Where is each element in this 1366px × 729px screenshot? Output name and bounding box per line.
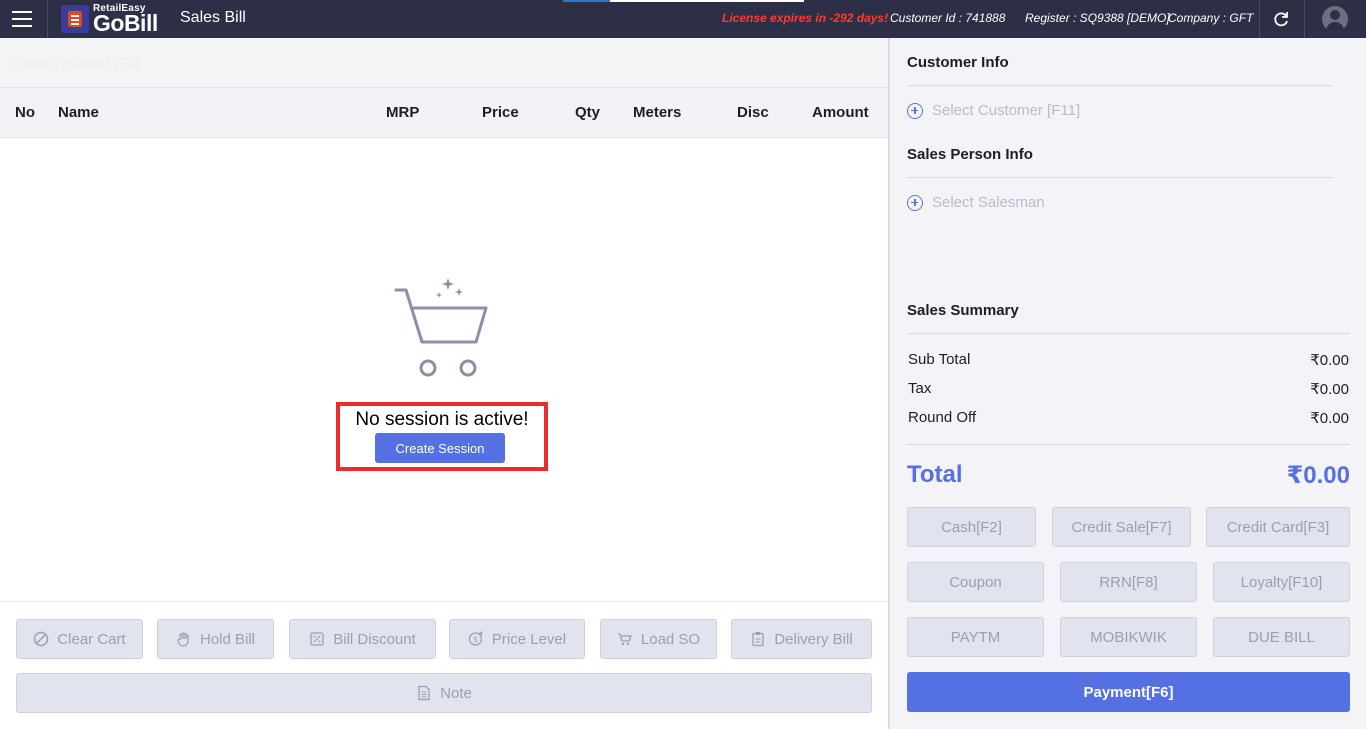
- license-warning: License expires in -292 days!: [722, 11, 889, 25]
- bill-discount-button[interactable]: Bill Discount: [289, 619, 436, 659]
- register-info: Register : SQ9388 [DEMO]: [1025, 11, 1170, 25]
- customer-info-title: Customer Info: [907, 54, 1009, 71]
- plus-circle-icon: [907, 102, 923, 119]
- percent-tag-icon: [310, 632, 324, 646]
- document-icon: [418, 685, 430, 701]
- clipboard-icon: [752, 632, 764, 647]
- checkout-pane: Customer Info Select Customer [F11] Sale…: [890, 38, 1366, 729]
- rrn-button[interactable]: RRN[F8]: [1060, 562, 1197, 602]
- svg-text:$: $: [473, 635, 478, 644]
- column-header-amount: Amount: [812, 104, 869, 121]
- credit-card-button[interactable]: Credit Card[F3]: [1206, 507, 1350, 547]
- no-session-highlight: No session is active! Create Session: [336, 402, 548, 471]
- column-header-meters: Meters: [633, 104, 682, 121]
- select-customer[interactable]: Select Customer [F11]: [907, 102, 1080, 119]
- cash-button[interactable]: Cash[F2]: [907, 507, 1036, 547]
- summary-row-subtotal: Sub Total ₹0.00: [908, 351, 1349, 369]
- clear-cart-button[interactable]: Clear Cart: [16, 619, 143, 659]
- column-header-disc: Disc: [737, 104, 769, 121]
- create-session-button[interactable]: Create Session: [375, 433, 505, 463]
- summary-value: ₹0.00: [1310, 410, 1349, 427]
- page-title: Sales Bill: [180, 9, 246, 26]
- coupon-button[interactable]: Coupon: [907, 562, 1044, 602]
- summary-value: ₹0.00: [1310, 381, 1349, 398]
- topbar-divider: [47, 0, 48, 38]
- cart-actions: Clear Cart Hold Bill Bill Discount $ Pri…: [0, 601, 888, 729]
- bill-discount-label: Bill Discount: [333, 630, 416, 648]
- summary-label: Sub Total: [908, 351, 971, 368]
- column-header-price: Price: [482, 104, 519, 121]
- summary-row-tax: Tax ₹0.00: [908, 380, 1349, 398]
- summary-value: ₹0.00: [1310, 352, 1349, 369]
- empty-cart-icon: [394, 278, 488, 377]
- plus-circle-icon: [907, 194, 923, 211]
- select-salesman[interactable]: Select Salesman: [907, 194, 1045, 211]
- column-header-no: No: [15, 104, 35, 121]
- logo-brand-big: GoBill: [93, 10, 158, 36]
- no-session-message: No session is active!: [355, 409, 529, 430]
- column-header-mrp: MRP: [386, 104, 420, 121]
- delivery-bill-label: Delivery Bill: [774, 630, 853, 648]
- mobikwik-button[interactable]: MOBIKWIK: [1060, 617, 1197, 657]
- select-customer-label: Select Customer [F11]: [932, 102, 1081, 119]
- hold-bill-label: Hold Bill: [199, 630, 256, 648]
- ban-icon: [34, 631, 49, 647]
- note-button[interactable]: Note: [16, 673, 872, 713]
- total-value: ₹0.00: [1286, 462, 1350, 489]
- hold-bill-button[interactable]: Hold Bill: [157, 619, 274, 659]
- topbar-divider: [1259, 0, 1260, 38]
- empty-cart-state: No session is active! Create Session: [0, 138, 888, 601]
- due-bill-button[interactable]: DUE BILL: [1213, 617, 1350, 657]
- divider: [907, 85, 1333, 86]
- paytm-button[interactable]: PAYTM: [907, 617, 1044, 657]
- summary-label: Tax: [908, 380, 932, 397]
- divider: [907, 333, 1350, 334]
- load-so-label: Load SO: [640, 630, 701, 648]
- summary-label: Round Off: [908, 409, 977, 426]
- price-level-button[interactable]: $ Price Level: [449, 619, 585, 659]
- product-search-input[interactable]: [14, 51, 514, 75]
- loading-indicator: [563, 0, 804, 2]
- total-row: Total ₹0.00: [907, 461, 1350, 489]
- sales-person-info-title: Sales Person Info: [907, 146, 1033, 163]
- cart-pane: No Name MRP Price Qty Meters Disc Amount…: [0, 38, 888, 729]
- user-avatar-icon[interactable]: [1322, 6, 1348, 32]
- price-up-icon: $: [468, 631, 483, 646]
- customer-id: Customer Id : 741888: [890, 11, 1006, 25]
- select-salesman-label: Select Salesman: [932, 194, 1045, 211]
- loyalty-button[interactable]: Loyalty[F10]: [1213, 562, 1350, 602]
- payment-button[interactable]: Payment[F6]: [907, 672, 1350, 712]
- refresh-icon[interactable]: [1271, 9, 1291, 29]
- summary-row-roundoff: Round Off ₹0.00: [908, 409, 1349, 427]
- cart-load-icon: [617, 633, 632, 646]
- clear-cart-label: Clear Cart: [57, 630, 126, 648]
- load-so-button[interactable]: Load SO: [600, 619, 717, 659]
- credit-sale-button[interactable]: Credit Sale[F7]: [1052, 507, 1191, 547]
- column-header-qty: Qty: [575, 104, 601, 121]
- hand-icon: [177, 632, 189, 647]
- price-level-label: Price Level: [491, 630, 567, 648]
- delivery-bill-button[interactable]: Delivery Bill: [731, 619, 872, 659]
- logo-receipt-icon: [61, 5, 89, 33]
- menu-icon[interactable]: [12, 11, 32, 27]
- sales-summary-title: Sales Summary: [907, 302, 1019, 319]
- cart-table-header: No Name MRP Price Qty Meters Disc Amount: [0, 88, 888, 138]
- topbar-divider: [1304, 0, 1305, 38]
- app-logo: RetailEasy GoBill: [61, 3, 158, 36]
- note-label: Note: [440, 684, 472, 702]
- total-label: Total: [907, 461, 963, 488]
- column-header-name: Name: [58, 104, 99, 121]
- top-bar: RetailEasy GoBill Sales Bill License exp…: [0, 0, 1366, 38]
- divider: [907, 177, 1333, 178]
- company-info: Company : GFT: [1168, 11, 1254, 25]
- divider: [907, 444, 1350, 445]
- product-search-bar: [0, 38, 888, 88]
